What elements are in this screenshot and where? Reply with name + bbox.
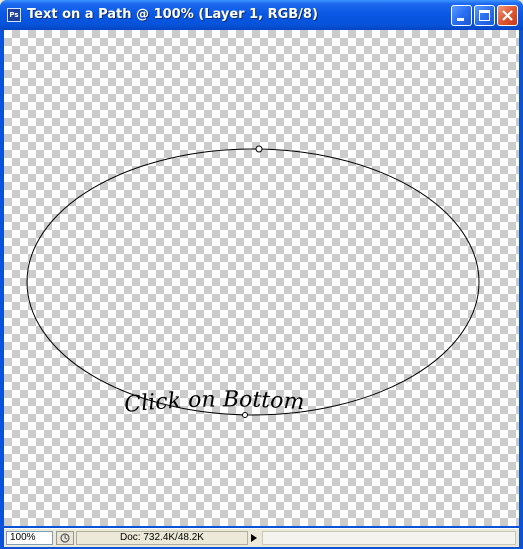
ellipse-path[interactable] bbox=[26, 148, 480, 416]
window-title: Text on a Path @ 100% (Layer 1, RGB/8) bbox=[27, 7, 318, 22]
status-menu-icon[interactable] bbox=[56, 531, 74, 545]
document-size-info: Doc: 732.4K/48.2K bbox=[76, 531, 248, 545]
arrow-right-icon[interactable] bbox=[248, 531, 260, 545]
maximize-icon bbox=[479, 10, 490, 21]
anchor-point-bottom[interactable] bbox=[242, 412, 248, 418]
maximize-button[interactable] bbox=[474, 5, 495, 26]
document-canvas[interactable]: Click on Bottom bbox=[4, 30, 519, 526]
close-button[interactable] bbox=[497, 5, 518, 26]
minimize-icon bbox=[457, 18, 464, 21]
ellipse-path-layer: Click on Bottom bbox=[26, 145, 480, 418]
horizontal-scrollbar[interactable] bbox=[262, 531, 516, 545]
status-bar: 100% Doc: 732.4K/48.2K bbox=[4, 528, 519, 547]
zoom-field[interactable]: 100% bbox=[6, 531, 53, 545]
close-icon bbox=[502, 10, 513, 21]
photoshop-app-icon[interactable]: Ps bbox=[7, 8, 21, 22]
document-window: Ps Text on a Path @ 100% (Layer 1, RGB/8… bbox=[0, 0, 523, 549]
anchor-point-top[interactable] bbox=[255, 145, 263, 153]
minimize-button[interactable] bbox=[451, 5, 472, 26]
title-bar[interactable]: Ps Text on a Path @ 100% (Layer 1, RGB/8… bbox=[0, 0, 523, 30]
